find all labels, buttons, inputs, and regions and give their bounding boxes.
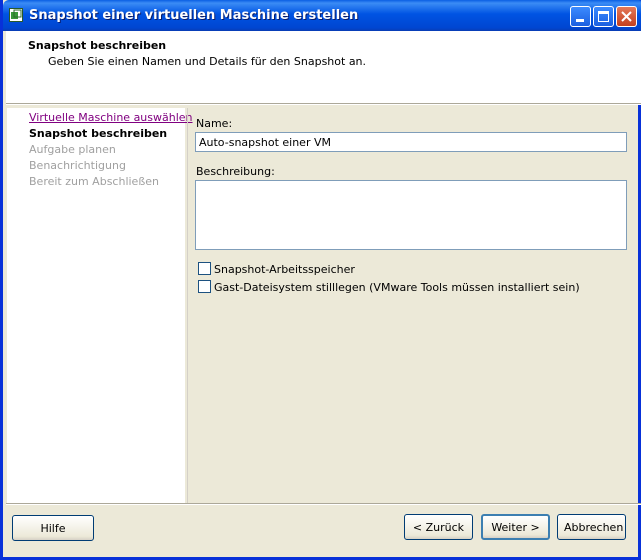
title-bar[interactable]: Snapshot einer virtuellen Maschine erste… <box>3 0 641 31</box>
help-button[interactable]: Hilfe <box>12 515 94 541</box>
step-describe-snapshot: Snapshot beschreiben <box>29 127 168 140</box>
page-subtitle: Geben Sie einen Namen und Details für de… <box>48 55 367 68</box>
page-title: Snapshot beschreiben <box>28 39 167 52</box>
vm-snapshot-icon <box>9 8 23 22</box>
snapshot-description-textarea[interactable] <box>195 180 627 250</box>
step-schedule-task: Aufgabe planen <box>29 143 116 156</box>
maximize-icon <box>598 11 609 22</box>
minimize-button[interactable] <box>570 6 591 27</box>
snapshot-memory-label[interactable]: Snapshot-Arbeitsspeicher <box>214 263 355 276</box>
nav-divider <box>187 108 188 503</box>
minimize-icon <box>576 19 584 22</box>
description-label: Beschreibung: <box>196 165 275 178</box>
snapshot-name-input[interactable] <box>195 132 627 152</box>
wizard-window: Snapshot einer virtuellen Maschine erste… <box>0 0 641 560</box>
next-button[interactable]: Weiter > <box>481 514 550 540</box>
close-icon <box>621 11 632 22</box>
name-label: Name: <box>196 117 233 130</box>
cancel-button[interactable]: Abbrechen <box>557 514 626 540</box>
step-notification: Benachrichtigung <box>29 159 126 172</box>
back-button[interactable]: < Zurück <box>404 514 473 540</box>
snapshot-memory-checkbox[interactable] <box>198 262 211 275</box>
quiesce-filesystem-label[interactable]: Gast-Dateisystem stilllegen (VMware Tool… <box>214 281 580 294</box>
quiesce-filesystem-checkbox[interactable] <box>198 280 211 293</box>
step-select-vm[interactable]: Virtuelle Maschine auswählen <box>29 111 193 124</box>
wizard-header: Snapshot beschreiben Geben Sie einen Nam… <box>6 31 641 103</box>
wizard-steps-nav: Virtuelle Maschine auswählen Snapshot be… <box>7 108 193 503</box>
step-ready-to-complete: Bereit zum Abschließen <box>29 175 159 188</box>
footer-divider-highlight <box>6 504 641 505</box>
maximize-button[interactable] <box>593 6 614 27</box>
window-title: Snapshot einer virtuellen Maschine erste… <box>29 8 359 23</box>
header-divider-highlight <box>6 104 641 105</box>
close-button[interactable] <box>616 6 637 27</box>
